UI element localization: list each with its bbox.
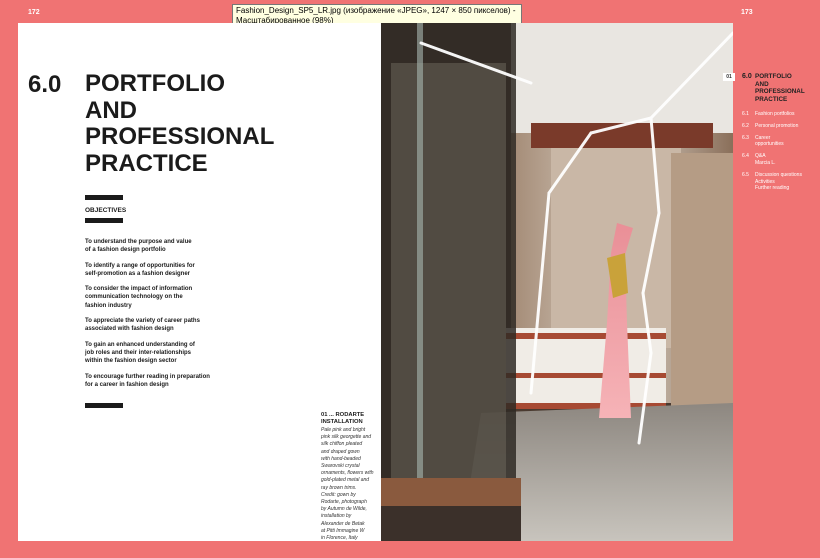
caption-title-line: 01 ... RODARTE — [321, 412, 365, 418]
caption-line: and draped gown — [321, 448, 360, 455]
installation-photo-art — [381, 23, 733, 541]
objective-item: To understand the purpose and value of a… — [85, 238, 265, 255]
caption-line: ray brown trims. — [321, 484, 357, 491]
objective-line: communication technology on the — [85, 294, 183, 301]
toc-item-label: opportunities — [755, 141, 784, 148]
left-page-number: 172 — [28, 9, 40, 16]
toc-item-number: 6.1 — [742, 111, 749, 117]
toc-item-label: Fashion portfolios — [755, 111, 795, 117]
objective-line: job roles and their inter-relationships — [85, 349, 192, 356]
chapter-title-line: PORTFOLIO — [85, 70, 225, 97]
toc-title-line: PRACTICE — [755, 95, 788, 103]
caption-line: at Pitti Immagine W — [321, 527, 365, 534]
divider-bar — [85, 195, 123, 200]
objective-line: To encourage further reading in preparat… — [85, 373, 210, 380]
objective-line: fashion industry — [85, 302, 132, 309]
caption-line: ornaments, flowers with — [321, 470, 374, 477]
chapter-number: 6.0 — [28, 71, 62, 98]
toc-item-number: 6.2 — [742, 122, 749, 129]
caption-body: Pale pink and bright pink silk georgette… — [321, 427, 381, 542]
objective-line: To identify a range of opportunities for — [85, 262, 195, 269]
left-page: 6.0 PORTFOLIO AND PROFESSIONAL PRACTICE … — [18, 23, 381, 541]
toc-item-label: Further reading — [755, 185, 790, 192]
toc-title-line: PORTFOLIO — [755, 73, 792, 80]
toc-item[interactable]: 6.1 Fashion portfolios — [742, 111, 817, 118]
objective-item: To consider the impact of information co… — [85, 285, 265, 310]
toc-list: 6.1 Fashion portfolios 6.2 Personal prom… — [742, 111, 817, 197]
caption-line: Alexander de Betak — [321, 520, 365, 527]
toc-item[interactable]: 6.2 Personal promotion — [742, 123, 817, 130]
figure-marker: 01 — [723, 73, 735, 81]
chapter-title: PORTFOLIO AND PROFESSIONAL PRACTICE — [85, 70, 355, 177]
toc-item-label: Marcia L. — [755, 159, 776, 166]
objectives-list: To understand the purpose and value of a… — [85, 238, 265, 396]
objective-line: To appreciate the variety of career path… — [85, 318, 200, 325]
divider-bar — [85, 403, 123, 408]
toc-item-label: Personal promotion — [755, 122, 799, 129]
caption-line: Rodarte, photograph — [321, 499, 367, 506]
caption-line: Pale pink and bright — [321, 427, 366, 433]
toc-item-label: Q&A — [755, 153, 766, 160]
toc-item[interactable]: 6.4 Q&A Marcia L. — [742, 153, 817, 167]
objective-item: To gain an enhanced understanding of job… — [85, 341, 265, 366]
toc-item-label: Career — [755, 134, 771, 141]
objective-item: To appreciate the variety of career path… — [85, 317, 265, 334]
objective-line: associated with fashion design — [85, 326, 174, 333]
installation-photo — [381, 23, 733, 541]
objective-line: within the fashion design sector — [85, 358, 177, 365]
caption-line: Swarovski crystal — [321, 463, 360, 470]
toc-item-number: 6.4 — [742, 153, 749, 160]
toc-title-line: AND — [755, 80, 769, 88]
toc-item[interactable]: 6.5 Discussion questions Activities Furt… — [742, 172, 817, 192]
caption-line: in Florence, Italy — [321, 535, 358, 542]
caption-line: pink silk georgette and — [321, 434, 372, 441]
toc-item-label: Discussion questions — [755, 171, 802, 178]
tooltip-line-1: Fashion_Design_SP5_LR.jpg (изображение «… — [236, 6, 516, 15]
caption-line: silk chiffon pleated — [321, 441, 363, 448]
objective-line: To gain an enhanced understanding of — [85, 341, 195, 348]
caption-line: with hand-beaded — [321, 455, 361, 462]
caption-line: by Autumn de Wilde, — [321, 506, 367, 513]
chapter-title-line: PROFESSIONAL — [85, 123, 275, 150]
divider-bar — [85, 218, 123, 223]
objective-line: of a fashion design portfolio — [85, 247, 166, 254]
objective-line: for a career in fashion design — [85, 381, 169, 388]
caption-line: Credit: gown by — [321, 491, 356, 498]
toc-item-number: 6.3 — [742, 134, 749, 141]
caption-title: 01 ... RODARTE INSTALLATION — [321, 412, 381, 426]
toc-chapter-title: PORTFOLIO AND PROFESSIONAL PRACTICE — [755, 73, 815, 103]
chapter-title-line: PRACTICE — [85, 149, 208, 177]
toc-title-line: PROFESSIONAL — [755, 88, 805, 95]
chapter-title-line: AND — [85, 96, 137, 124]
toc-item-label: Activities — [755, 178, 775, 185]
toc-item[interactable]: 6.3 Career opportunities — [742, 135, 817, 149]
objective-item: To identify a range of opportunities for… — [85, 262, 265, 279]
objective-line: self-promotion as a fashion designer — [85, 270, 191, 277]
objectives-heading: OBJECTIVES — [85, 207, 127, 214]
caption-title-line: INSTALLATION — [321, 419, 363, 425]
objective-line: To consider the impact of information — [85, 286, 193, 293]
objective-line: To understand the purpose and value — [85, 239, 192, 245]
right-page-number: 173 — [741, 9, 753, 16]
photo-caption: 01 ... RODARTE INSTALLATION Pale pink an… — [321, 412, 381, 542]
objective-item: To encourage further reading in preparat… — [85, 373, 265, 390]
caption-line: gold-plated metal and — [321, 477, 370, 484]
caption-line: installation by — [321, 513, 352, 520]
toc-item-number: 6.5 — [742, 171, 749, 178]
toc-chapter-number: 6.0 — [742, 73, 752, 80]
